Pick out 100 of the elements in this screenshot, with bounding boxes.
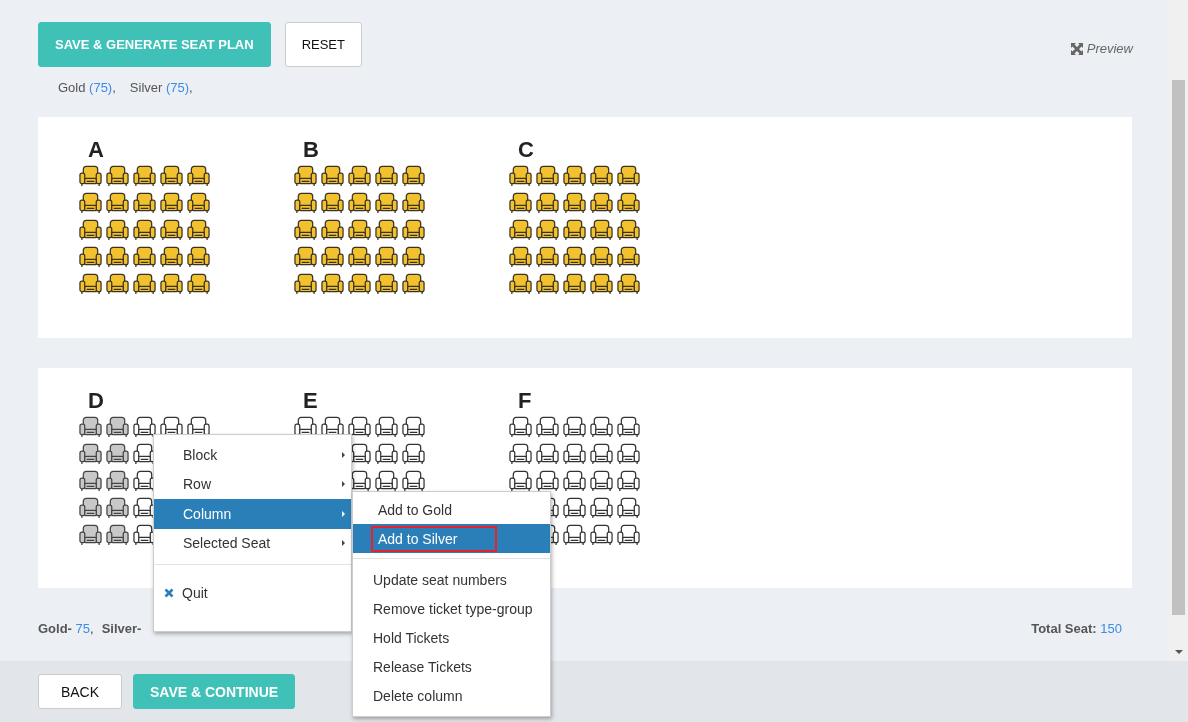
seat-icon[interactable] — [294, 246, 317, 269]
seat-icon[interactable] — [617, 524, 640, 547]
seat-icon[interactable] — [375, 273, 398, 296]
seat-icon[interactable] — [375, 416, 398, 439]
seat-icon[interactable] — [375, 165, 398, 188]
seat-icon[interactable] — [79, 470, 102, 493]
seat-icon[interactable] — [294, 219, 317, 242]
seat-icon[interactable] — [106, 524, 129, 547]
seat-icon[interactable] — [348, 273, 371, 296]
seat-icon[interactable] — [402, 246, 425, 269]
seat-icon[interactable] — [536, 219, 559, 242]
seat-icon[interactable] — [509, 219, 532, 242]
seat-icon[interactable] — [563, 219, 586, 242]
seat-icon[interactable] — [106, 470, 129, 493]
seat-icon[interactable] — [187, 246, 210, 269]
seat-icon[interactable] — [375, 443, 398, 466]
seat-icon[interactable] — [294, 192, 317, 215]
seat-icon[interactable] — [321, 273, 344, 296]
seat-icon[interactable] — [590, 165, 613, 188]
menu-item[interactable]: Remove ticket type-group — [366, 595, 540, 622]
seat-icon[interactable] — [375, 246, 398, 269]
seat-icon[interactable] — [590, 497, 613, 520]
seat-icon[interactable] — [133, 273, 156, 296]
seat-icon[interactable] — [617, 273, 640, 296]
seat-icon[interactable] — [133, 192, 156, 215]
menu-item[interactable]: Hold Tickets — [366, 624, 457, 651]
seat-icon[interactable] — [187, 273, 210, 296]
action-button[interactable]: RESET — [284, 22, 362, 67]
seat-icon[interactable] — [348, 165, 371, 188]
seat-icon[interactable] — [536, 470, 559, 493]
seat-icon[interactable] — [187, 192, 210, 215]
seat-icon[interactable] — [563, 470, 586, 493]
seat-icon[interactable] — [348, 192, 371, 215]
seat-icon[interactable] — [590, 524, 613, 547]
seat-icon[interactable] — [321, 246, 344, 269]
seat-icon[interactable] — [375, 219, 398, 242]
seat-icon[interactable] — [617, 219, 640, 242]
seat-icon[interactable] — [187, 219, 210, 242]
seat-icon[interactable] — [348, 219, 371, 242]
seat-icon[interactable] — [160, 246, 183, 269]
seat-icon[interactable] — [106, 192, 129, 215]
seat-icon[interactable] — [563, 524, 586, 547]
seat-icon[interactable] — [509, 443, 532, 466]
seat-icon[interactable] — [590, 443, 613, 466]
seat-icon[interactable] — [79, 524, 102, 547]
seat-icon[interactable] — [402, 273, 425, 296]
seat-icon[interactable] — [321, 165, 344, 188]
seat-icon[interactable] — [106, 443, 129, 466]
seat-icon[interactable] — [590, 246, 613, 269]
seat-icon[interactable] — [402, 443, 425, 466]
seat-icon[interactable] — [106, 273, 129, 296]
seat-icon[interactable] — [402, 470, 425, 493]
seat-icon[interactable] — [133, 246, 156, 269]
seat-icon[interactable] — [536, 192, 559, 215]
seat-icon[interactable] — [617, 443, 640, 466]
seat-icon[interactable] — [402, 219, 425, 242]
menu-item[interactable]: Release Tickets — [366, 653, 479, 680]
seat-icon[interactable] — [590, 192, 613, 215]
scrollbar[interactable] — [1170, 0, 1188, 661]
seat-icon[interactable] — [590, 416, 613, 439]
menu-item[interactable]: Block — [154, 440, 351, 470]
seat-icon[interactable] — [321, 192, 344, 215]
seat-icon[interactable] — [79, 192, 102, 215]
seat-icon[interactable] — [160, 165, 183, 188]
seat-icon[interactable] — [617, 497, 640, 520]
menu-item[interactable]: Selected Seat — [154, 528, 351, 558]
seat-icon[interactable] — [79, 246, 102, 269]
seat-icon[interactable] — [509, 192, 532, 215]
seat-icon[interactable] — [187, 165, 210, 188]
seat-icon[interactable] — [79, 219, 102, 242]
seat-icon[interactable] — [617, 416, 640, 439]
seat-icon[interactable] — [402, 165, 425, 188]
seat-icon[interactable] — [106, 246, 129, 269]
seat-icon[interactable] — [563, 273, 586, 296]
menu-item[interactable]: Row — [154, 469, 351, 499]
seat-icon[interactable] — [590, 219, 613, 242]
footer-button[interactable]: BACK — [38, 674, 122, 709]
seat-icon[interactable] — [590, 470, 613, 493]
seat-icon[interactable] — [617, 165, 640, 188]
seat-icon[interactable] — [348, 416, 371, 439]
seat-icon[interactable] — [617, 192, 640, 215]
seat-icon[interactable] — [294, 273, 317, 296]
seat-icon[interactable] — [563, 497, 586, 520]
scroll-down-icon[interactable] — [1175, 650, 1183, 654]
seat-icon[interactable] — [509, 165, 532, 188]
seat-icon[interactable] — [536, 273, 559, 296]
seat-icon[interactable] — [79, 443, 102, 466]
seat-icon[interactable] — [375, 470, 398, 493]
seat-icon[interactable] — [106, 497, 129, 520]
seat-icon[interactable] — [106, 219, 129, 242]
seat-icon[interactable] — [294, 165, 317, 188]
seat-icon[interactable] — [160, 219, 183, 242]
seat-icon[interactable] — [509, 416, 532, 439]
seat-icon[interactable] — [536, 443, 559, 466]
preview-link[interactable]: Preview — [1070, 41, 1133, 56]
menu-item[interactable]: Add to Silver — [371, 525, 498, 552]
seat-icon[interactable] — [563, 165, 586, 188]
seat-icon[interactable] — [133, 219, 156, 242]
menu-item[interactable]: Quit — [154, 578, 351, 608]
seat-icon[interactable] — [160, 192, 183, 215]
